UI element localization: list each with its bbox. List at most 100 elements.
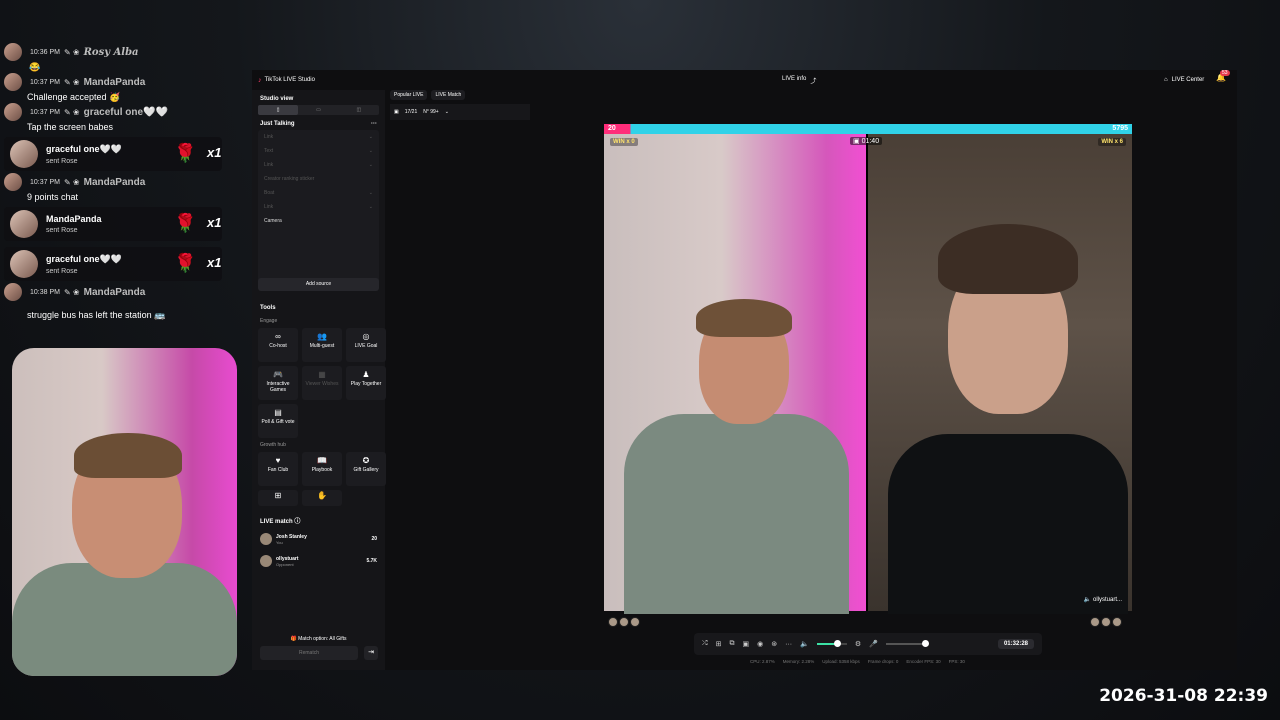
source-item[interactable]: Link ⌄ [258, 200, 379, 214]
growth-tools: ♥ Fan Club 📖 Playbook ✪ Gift Gallery ⊞ ✋ [258, 452, 386, 506]
host-hair [696, 299, 792, 337]
opponent-top-gifters[interactable] [1090, 617, 1122, 627]
rose-icon: 🌹 [174, 143, 197, 163]
app-brand: ♪ TikTok LIVE Studio [258, 77, 315, 84]
player-score: 5.7K [366, 558, 377, 564]
tool-extra[interactable]: ✋ [302, 490, 342, 506]
progress-value: 17/21 [404, 109, 418, 115]
app-title: TikTok LIVE Studio [264, 77, 315, 83]
view-toggle[interactable]: ▯ ▭ ◫ [258, 105, 379, 115]
tool-viewer-wishes[interactable]: ▦ Viewer Wishes [302, 366, 342, 400]
chat-message: 10:37 PM ✎ ❀ graceful one🤍🤍 Tap the scre… [4, 103, 244, 132]
volume-slider[interactable] [816, 640, 847, 647]
volume-fill [816, 643, 835, 645]
source-item[interactable]: Creator ranking sticker [258, 172, 379, 186]
stat-fps: FPS: 30 [948, 659, 965, 664]
stat-encoder-fps: Encoder FPS: 30 [906, 659, 941, 664]
live-center-button[interactable]: ⌂ LIVE Center [1164, 77, 1204, 83]
tool-gift-gallery[interactable]: ✪ Gift Gallery [346, 452, 386, 486]
tool-label: Poll & Gift vote [261, 419, 295, 425]
tool-poll-gift-vote[interactable]: ▤ Poll & Gift vote [258, 404, 298, 438]
mic-icon[interactable]: 🎤 [869, 640, 878, 648]
opponent-video: WIN x 6 🔈 ollystuart... [868, 134, 1132, 614]
opponent-body [888, 434, 1128, 614]
badge-icon: ✎ ❀ [63, 47, 80, 57]
opponent-win-count: WIN x 6 [1098, 138, 1126, 146]
message-time: 10:37 PM [30, 78, 60, 86]
record-icon[interactable]: ▣ [742, 640, 749, 648]
tab-popular-live[interactable]: Popular LIVE [390, 90, 428, 100]
opponent-score: 5795 [1112, 125, 1128, 132]
source-item[interactable]: Link ⌄ [258, 130, 379, 144]
host-score: 20 [608, 125, 616, 132]
portrait-view-icon[interactable]: ▯ [258, 105, 299, 115]
gift-icon: 🎁 [290, 636, 297, 642]
mic-knob[interactable] [921, 640, 929, 647]
replay-icon[interactable]: ⊛ [771, 640, 777, 648]
tool-co-host[interactable]: ∞ Co-host [258, 328, 298, 362]
badge-icon: ✎ ❀ [63, 287, 80, 297]
video-timestamp: 2026-31-08 22:39 [1099, 686, 1268, 706]
player-score: 20 [371, 536, 377, 542]
live-info-label: LIVE info [782, 75, 807, 82]
gallery-icon: ✪ [362, 456, 370, 465]
chat-message: 10:36 PM ✎ ❀ Rosy Alba 😂 [4, 43, 244, 73]
badge-icon: ✎ ❀ [63, 107, 80, 117]
chevron-down-icon[interactable]: ⌄ [445, 109, 449, 115]
tools-heading: Tools [260, 305, 276, 311]
rematch-button[interactable]: Rematch [260, 646, 358, 660]
add-source-button[interactable]: Add source [258, 278, 379, 291]
more-icon[interactable]: ··· [371, 121, 377, 127]
source-item[interactable]: Boat ⌄ [258, 186, 379, 200]
hand-icon: ✋ [317, 491, 327, 500]
tool-interactive-games[interactable]: 🎮 Interactive Games [258, 366, 298, 400]
match-option[interactable]: 🎁 Match option: All Gifts [252, 636, 385, 642]
tool-label: Playbook [311, 467, 333, 473]
tool-play-together[interactable]: ♟ Play Together [346, 366, 386, 400]
tool-multi-guest[interactable]: 👥 Multi-guest [302, 328, 342, 362]
live-info-link[interactable]: LIVE info ⤴ [782, 76, 816, 85]
chevron-down-icon: ⌄ [368, 204, 373, 210]
play-together-icon: ♟ [362, 370, 370, 379]
avatar [260, 533, 272, 545]
battle-score-bar: 20 5795 [604, 124, 1132, 134]
mic-slider[interactable] [885, 640, 929, 647]
scene-name: Just Talking [260, 121, 295, 127]
tool-playbook[interactable]: 📖 Playbook [302, 452, 342, 486]
rose-icon: 🌹 [174, 213, 197, 233]
volume-knob[interactable] [834, 640, 842, 647]
source-item[interactable]: Link ⌄ [258, 158, 379, 172]
tool-fan-club[interactable]: ♥ Fan Club [258, 452, 298, 486]
source-label: Camera [264, 218, 282, 224]
studio-view-heading[interactable]: Studio view [252, 90, 385, 105]
layout-icon[interactable]: ⊞ [716, 640, 722, 648]
share-icon: ⤴ [810, 78, 817, 85]
source-item-camera[interactable]: Camera [258, 214, 379, 228]
help-icon[interactable]: ⓘ [294, 519, 300, 525]
avatar [4, 43, 22, 61]
source-item[interactable]: Text ⌄ [258, 144, 379, 158]
tool-live-goal[interactable]: ◎ LIVE Goal [346, 328, 386, 362]
shuffle-icon[interactable]: ⤮ [702, 640, 708, 648]
scene-header[interactable]: Just Talking ··· [252, 115, 385, 130]
volume-icon[interactable]: 🔈 [800, 640, 809, 648]
host-top-gifters[interactable] [608, 617, 640, 627]
source-label: Link [264, 134, 274, 140]
tab-live-match[interactable]: LIVE Match [431, 90, 466, 100]
tool-label: Viewer Wishes [305, 381, 339, 387]
live-icon[interactable]: ◉ [757, 640, 763, 648]
tool-extra[interactable]: ⊞ [258, 490, 298, 506]
rank-widget[interactable]: ▣ 17/21 N° 99+ ⌄ [390, 104, 530, 120]
screenshot-icon[interactable]: ⧉ [729, 640, 734, 648]
gift-user: graceful one🤍🤍 [46, 253, 122, 264]
landscape-view-icon[interactable]: ▭ [298, 105, 338, 115]
more-icon[interactable]: ··· [785, 641, 792, 648]
split-view-icon[interactable]: ◫ [339, 105, 379, 115]
player-role: Opponent [276, 561, 294, 567]
live-match-title: LIVE match [260, 519, 293, 525]
settings-sliders-icon[interactable]: ⚙ [855, 640, 861, 648]
stat-cpu: CPU: 2.87% [750, 659, 775, 664]
performance-stats: CPU: 2.87% Memory: 2.28% Upload: 5358 kb… [750, 659, 965, 664]
exit-icon[interactable]: ⇥ [364, 646, 378, 660]
mic-fill [885, 643, 926, 645]
